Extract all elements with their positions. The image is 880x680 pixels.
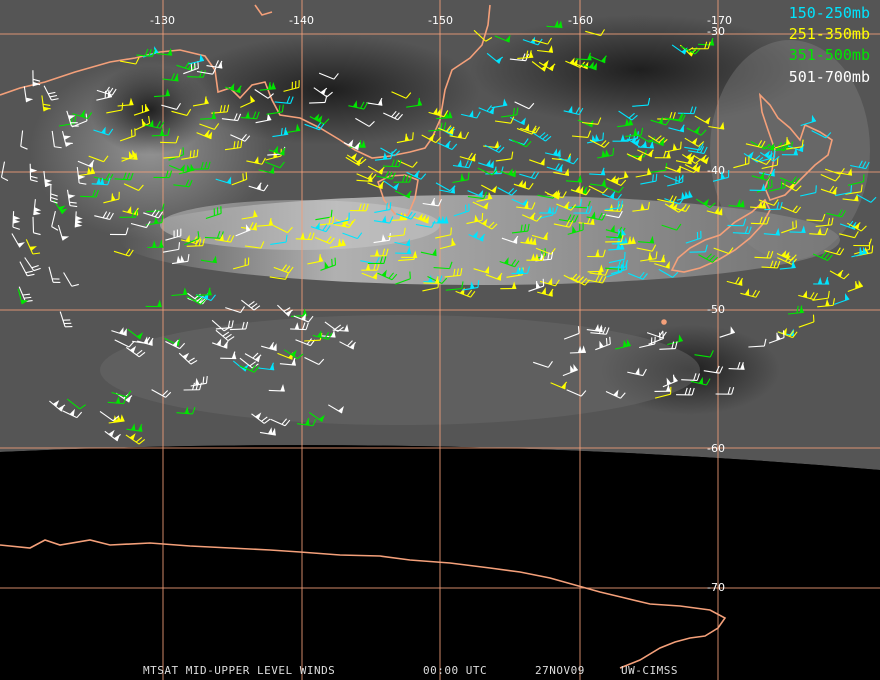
- latitude-label: -50: [707, 303, 725, 316]
- longitude-label: -150: [428, 14, 453, 27]
- latitude-label: -30: [707, 25, 725, 38]
- legend-item-351-500: 351-500mb: [788, 46, 870, 64]
- legend-item-150-250: 150-250mb: [788, 4, 870, 22]
- longitude-label: -160: [568, 14, 593, 27]
- satellite-wind-map: -130 -140 -150 -160 -170-30-40-50-60-70: [0, 0, 880, 680]
- latitude-label: -60: [707, 442, 725, 455]
- island-dot: [661, 319, 667, 325]
- caption-date: 27NOV09: [535, 664, 585, 677]
- longitude-label: -140: [289, 14, 314, 27]
- image-caption: MTSAT MID-UPPER LEVEL WINDS 00:00 UTC 27…: [0, 664, 880, 678]
- longitude-label: -130: [150, 14, 175, 27]
- latitude-label: -70: [707, 581, 725, 594]
- caption-time: 00:00 UTC: [423, 664, 488, 677]
- caption-source: UW-CIMSS: [621, 664, 678, 677]
- caption-product: MTSAT MID-UPPER LEVEL WINDS: [143, 664, 336, 677]
- legend-item-501-700: 501-700mb: [788, 68, 870, 86]
- legend-item-251-350: 251-350mb: [788, 25, 870, 43]
